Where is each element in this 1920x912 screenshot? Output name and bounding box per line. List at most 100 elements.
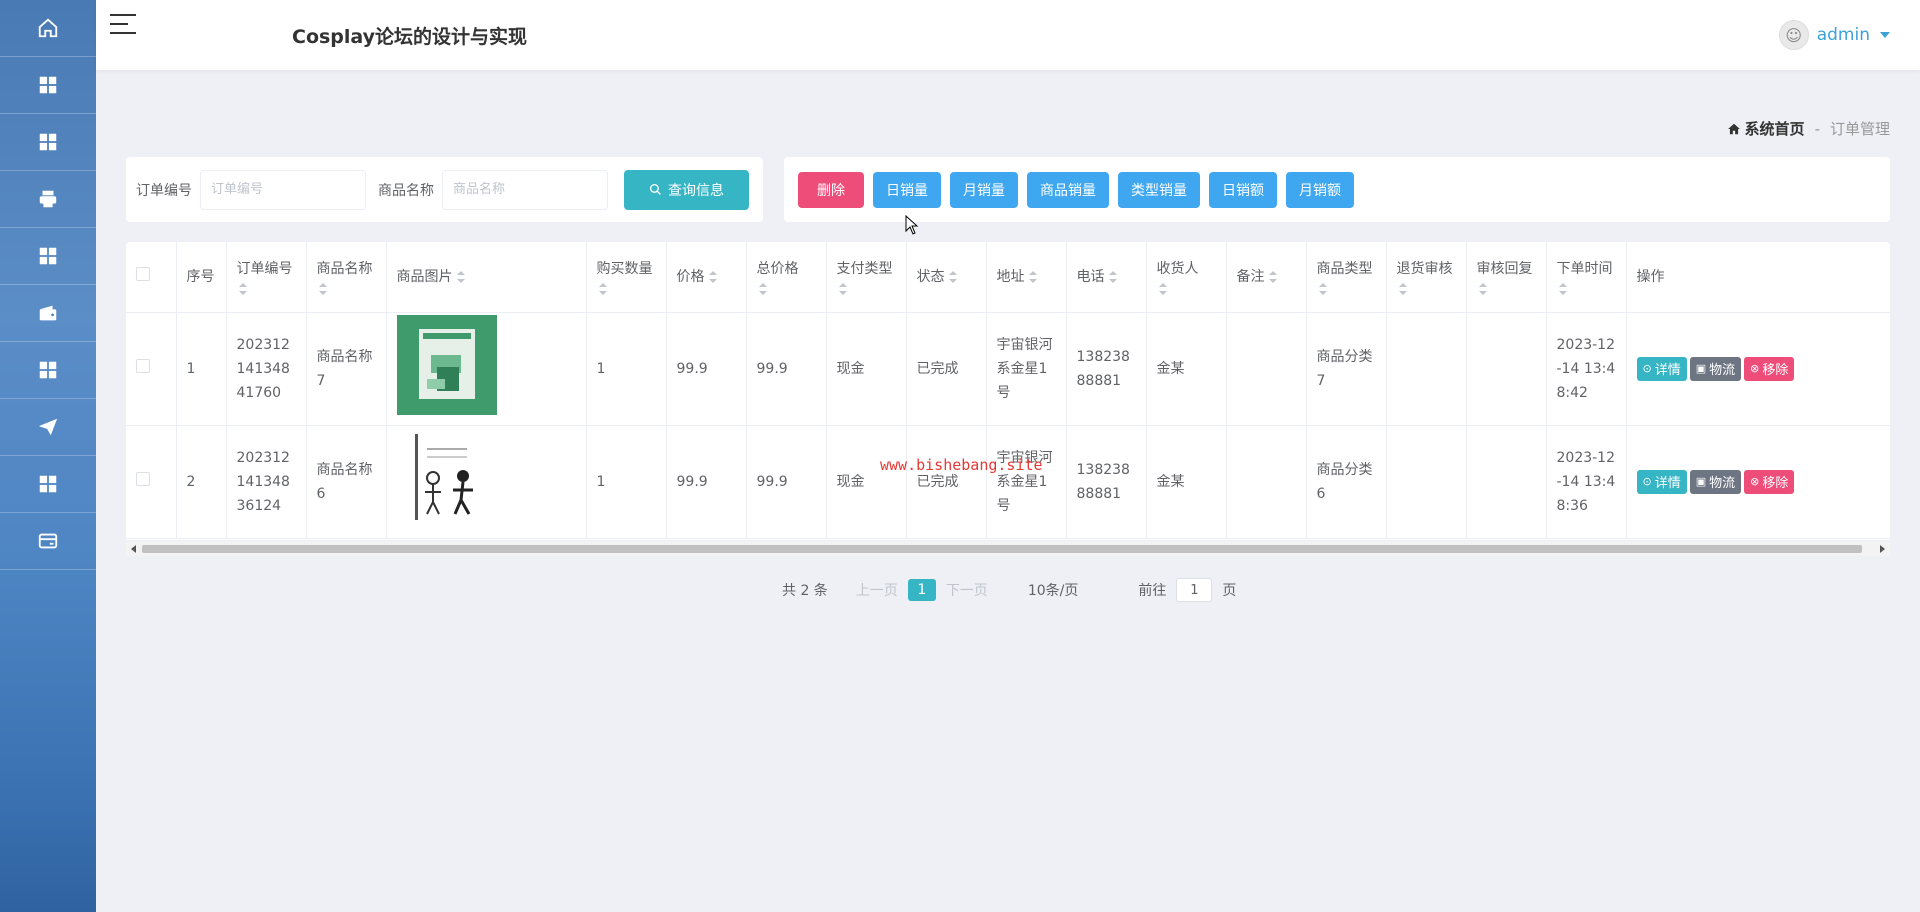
- prev-page-button[interactable]: 上一页: [856, 580, 898, 600]
- col-product-type-label: 商品类型: [1316, 260, 1373, 277]
- sort-icon[interactable]: [456, 270, 465, 283]
- col-return-review[interactable]: 退货审核: [1386, 242, 1467, 313]
- product-name-input[interactable]: [442, 169, 608, 210]
- sidebar-item-menu-1[interactable]: [0, 57, 96, 114]
- scrollbar-thumb[interactable]: [142, 545, 1862, 553]
- col-total[interactable]: 总价格: [746, 242, 827, 313]
- action-panel: 删除 日销量 月销量 商品销量 类型销量 日销额 月销额: [784, 157, 1890, 222]
- col-product-name[interactable]: 商品名称: [306, 242, 387, 313]
- horizontal-scrollbar[interactable]: [126, 540, 1890, 556]
- sort-icon[interactable]: [318, 282, 327, 295]
- sort-icon[interactable]: [238, 282, 247, 295]
- sidebar-item-menu-8[interactable]: [0, 456, 96, 513]
- sort-icon[interactable]: [758, 282, 767, 295]
- wallet-icon: [39, 305, 57, 321]
- col-remark[interactable]: 备注: [1226, 242, 1307, 313]
- scroll-right-icon[interactable]: [1880, 545, 1885, 553]
- col-phone[interactable]: 电话: [1066, 242, 1147, 313]
- sort-icon[interactable]: [1398, 282, 1407, 295]
- sidebar-item-menu-3[interactable]: [0, 171, 96, 228]
- sort-icon[interactable]: [1268, 270, 1277, 283]
- close-circle-icon: ⊗: [1750, 362, 1760, 375]
- home-icon: [38, 18, 58, 38]
- remove-button[interactable]: ⊗ 移除: [1744, 356, 1795, 381]
- col-total-label: 总价格: [756, 260, 799, 277]
- product-image[interactable]: [396, 427, 497, 528]
- page-size-select[interactable]: 10条/页: [1028, 580, 1079, 600]
- col-product-type[interactable]: 商品类型: [1306, 242, 1387, 313]
- monthly-revenue-button[interactable]: 月销额: [1286, 171, 1354, 208]
- sort-icon[interactable]: [598, 282, 607, 295]
- row-checkbox[interactable]: [136, 358, 150, 373]
- col-product-image[interactable]: 商品图片: [386, 242, 587, 313]
- row-checkbox[interactable]: [136, 471, 150, 486]
- col-quantity[interactable]: 购买数量: [586, 242, 667, 313]
- daily-revenue-button[interactable]: 日销额: [1209, 171, 1277, 208]
- col-price[interactable]: 价格: [666, 242, 747, 313]
- app-title: Cosplay论坛的设计与实现: [292, 26, 528, 48]
- col-review-reply[interactable]: 审核回复: [1466, 242, 1547, 313]
- sidebar-item-menu-9[interactable]: [0, 513, 96, 570]
- sort-icon[interactable]: [708, 270, 717, 283]
- sidebar-item-home[interactable]: [0, 0, 96, 57]
- sidebar-item-menu-4[interactable]: [0, 228, 96, 285]
- table-row[interactable]: 1 20231214134841760 商品名称7 1 99.9 99.9 现金…: [126, 312, 1890, 426]
- sort-icon[interactable]: [1478, 282, 1487, 295]
- logistics-button-label: 物流: [1709, 476, 1736, 491]
- breadcrumb-separator: -: [1814, 119, 1820, 138]
- col-status[interactable]: 状态: [906, 242, 987, 313]
- query-button[interactable]: 查询信息: [624, 169, 749, 210]
- product-sales-button[interactable]: 商品销量: [1027, 171, 1109, 208]
- breadcrumb-current: 订单管理: [1829, 120, 1890, 138]
- col-address[interactable]: 地址: [986, 242, 1067, 313]
- sort-icon[interactable]: [1028, 270, 1037, 283]
- table-row[interactable]: 2 20231214134836124 商品名称6 1 99.9 99.9 现金…: [126, 425, 1890, 539]
- col-receiver-label: 收货人: [1156, 260, 1199, 277]
- cell-return-review: [1386, 425, 1467, 539]
- goto-page-input[interactable]: [1176, 578, 1213, 602]
- next-page-button[interactable]: 下一页: [946, 580, 988, 600]
- detail-button-label: 详情: [1654, 363, 1681, 378]
- col-receiver[interactable]: 收货人: [1146, 242, 1227, 313]
- logistics-button[interactable]: ▣ 物流: [1689, 356, 1742, 381]
- sort-icon[interactable]: [1558, 282, 1567, 295]
- daily-sales-button[interactable]: 日销量: [873, 171, 941, 208]
- type-sales-button[interactable]: 类型销量: [1118, 171, 1200, 208]
- sidebar-item-menu-5[interactable]: [0, 285, 96, 342]
- scroll-left-icon[interactable]: [131, 545, 136, 553]
- sidebar-item-menu-6[interactable]: [0, 342, 96, 399]
- cell-pay-type: 现金: [826, 312, 907, 426]
- sort-icon[interactable]: [838, 282, 847, 295]
- col-order-time[interactable]: 下单时间: [1546, 242, 1627, 313]
- sort-icon[interactable]: [1318, 282, 1327, 295]
- sort-icon[interactable]: [1108, 270, 1117, 283]
- detail-button[interactable]: ⊙ 详情: [1636, 356, 1687, 381]
- page-number-button[interactable]: 1: [907, 579, 936, 601]
- print-icon: [39, 190, 57, 208]
- product-image[interactable]: [396, 314, 497, 415]
- orders-table: 序号 订单编号 商品名称 商品图片 购买数量 价格 总价格 支付类型 状态 地址…: [126, 242, 1890, 556]
- send-icon: [38, 418, 58, 436]
- col-pay-type[interactable]: 支付类型: [826, 242, 907, 313]
- user-menu[interactable]: ☺ admin: [1778, 20, 1890, 50]
- sidebar: [0, 0, 96, 912]
- page-unit-label: 页: [1222, 583, 1237, 599]
- logistics-button[interactable]: ▣ 物流: [1689, 469, 1742, 494]
- remove-button[interactable]: ⊗ 移除: [1744, 469, 1795, 494]
- menu-toggle-icon[interactable]: [110, 14, 136, 38]
- sidebar-item-menu-2[interactable]: [0, 114, 96, 171]
- cell-quantity: 1: [586, 312, 667, 426]
- cell-phone: 13823888881: [1066, 312, 1147, 426]
- detail-button[interactable]: ⊙ 详情: [1636, 469, 1687, 494]
- sort-icon[interactable]: [948, 270, 957, 283]
- sort-icon[interactable]: [1158, 282, 1167, 295]
- cell-return-review: [1386, 312, 1467, 426]
- delete-button[interactable]: 删除: [798, 171, 864, 208]
- col-order-no[interactable]: 订单编号: [226, 242, 307, 313]
- pagination: 共 2 条 上一页 1 下一页 10条/页 前往 页: [782, 578, 1236, 602]
- select-all-checkbox[interactable]: [136, 266, 150, 281]
- breadcrumb-home[interactable]: 系统首页: [1727, 118, 1805, 139]
- order-no-input[interactable]: [200, 169, 366, 210]
- monthly-sales-button[interactable]: 月销量: [950, 171, 1018, 208]
- sidebar-item-menu-7[interactable]: [0, 399, 96, 456]
